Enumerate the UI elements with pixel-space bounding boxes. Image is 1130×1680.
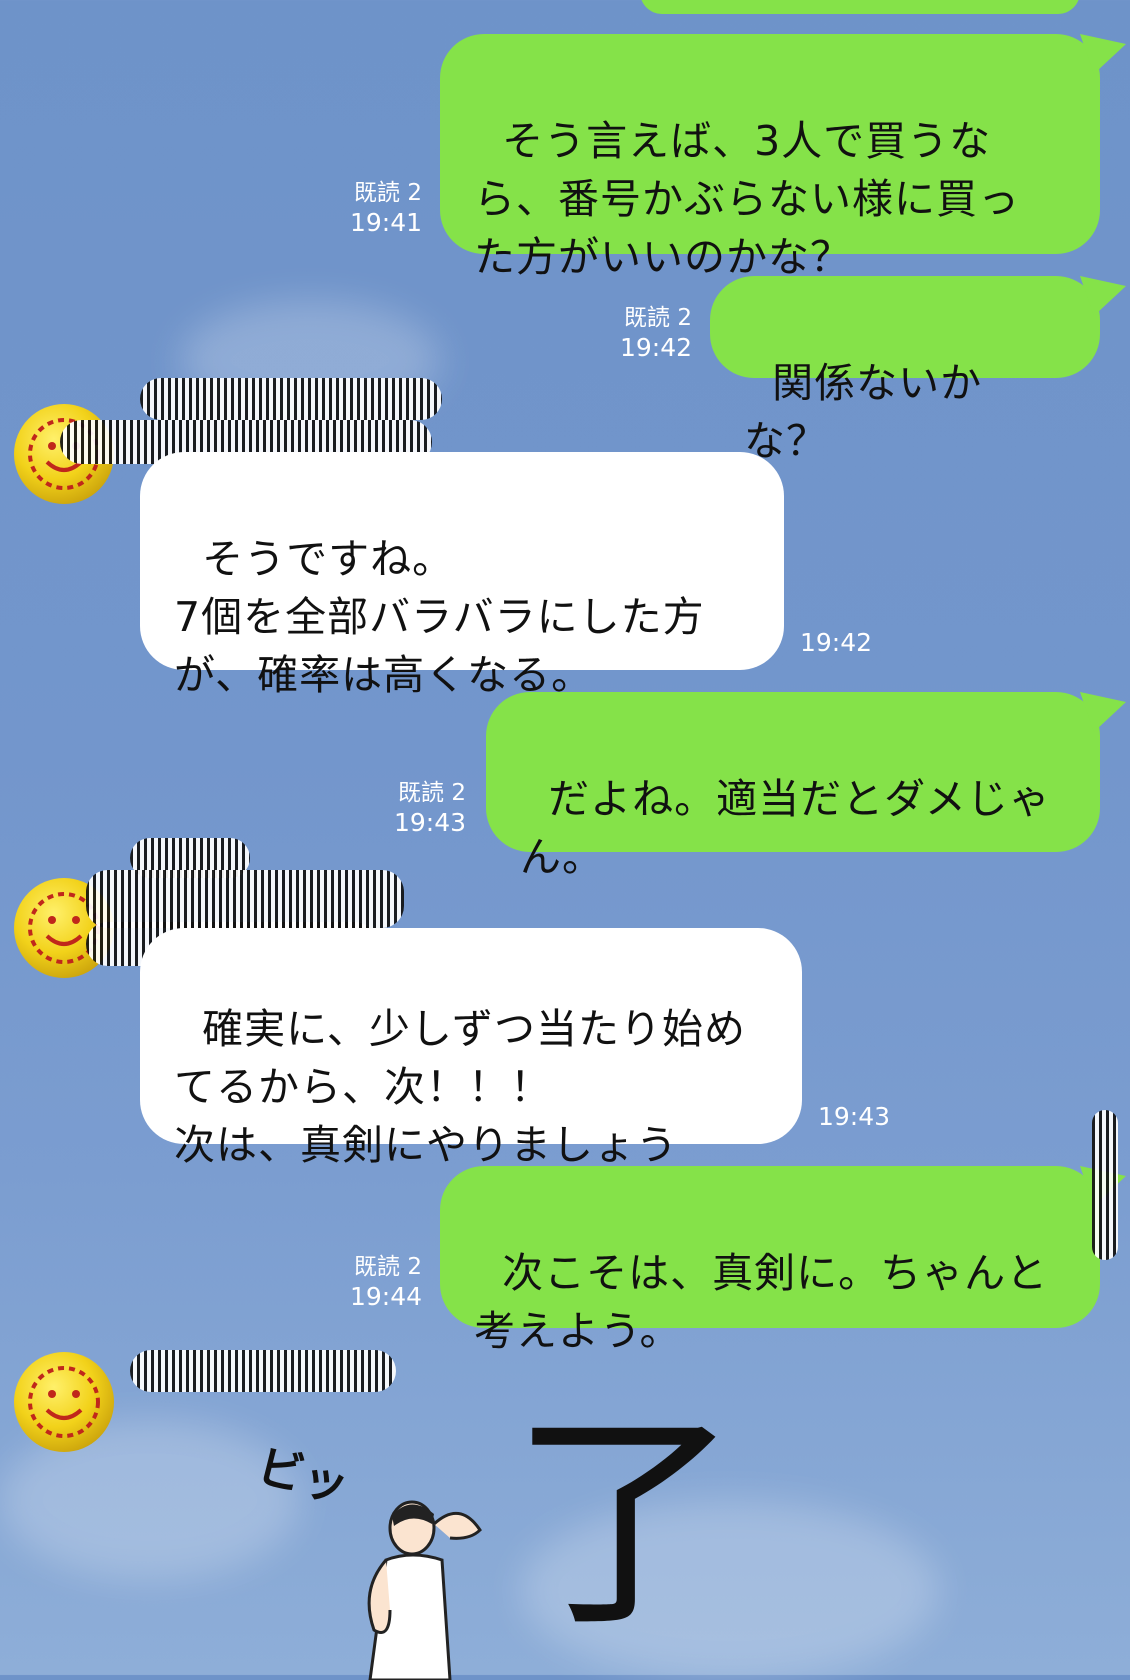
message-meta: 既読 2 19:41	[340, 178, 422, 238]
message-text: 確実に、少しずつ当たり始め てるから、次！！！ 次は、真剣にやりましょう	[174, 1005, 747, 1169]
redacted-name	[1092, 1110, 1118, 1260]
message-time: 19:41	[349, 208, 422, 237]
read-receipt: 既読 2	[624, 305, 692, 331]
message-text: そうですね。 7個を全部バラバラにした方 が、確率は高くなる。	[174, 535, 705, 699]
saluting-man-illustration	[367, 1500, 482, 1680]
message-time: 19:42	[800, 628, 873, 657]
redacted-name	[130, 1350, 396, 1392]
smiley-avatar-icon[interactable]	[14, 1352, 114, 1452]
outgoing-message-bubble[interactable]: そう言えば、3人で買うな ら、番号かぶらない様に買っ た方がいいのかな？	[440, 34, 1100, 281]
message-meta: 既読 2 19:42	[610, 303, 692, 363]
previous-message-bubble[interactable]	[640, 0, 1080, 14]
outgoing-message-bubble[interactable]: だよね。適当だとダメじゃ ん。	[486, 692, 1100, 881]
incoming-message-bubble[interactable]: そうですね。 7個を全部バラバラにした方 が、確率は高くなる。	[140, 452, 784, 699]
read-receipt: 既読 2	[354, 180, 422, 206]
message-meta: 既読 2 19:43	[384, 778, 466, 838]
outgoing-message-bubble[interactable]: 関係ないかな？	[710, 276, 1100, 465]
outgoing-message-bubble[interactable]: 次こそは、真剣に。ちゃんと 考えよう。	[440, 1166, 1100, 1355]
message-meta: 既読 2 19:44	[340, 1252, 422, 1312]
message-text: そう言えば、3人で買うな ら、番号かぶらない様に買っ た方がいいのかな？	[474, 117, 1020, 281]
sticker-sfx: ビッ	[252, 1438, 355, 1514]
message-text: だよね。適当だとダメじゃ ん。	[520, 775, 1051, 881]
redacted-name	[86, 870, 404, 928]
read-receipt: 既読 2	[354, 1254, 422, 1280]
ok-sticker[interactable]: ビッ 了	[250, 1410, 740, 1680]
message-text: 関係ないかな？	[744, 359, 983, 465]
incoming-message-bubble[interactable]: 確実に、少しずつ当たり始め てるから、次！！！ 次は、真剣にやりましょう	[140, 928, 802, 1169]
message-time: 19:44	[349, 1282, 422, 1311]
message-time: 19:42	[619, 333, 692, 362]
read-receipt: 既読 2	[398, 780, 466, 806]
sticker-kanji: 了	[510, 1391, 741, 1658]
message-time: 19:43	[818, 1102, 891, 1131]
message-time: 19:43	[393, 808, 466, 837]
message-text: 次こそは、真剣に。ちゃんと 考えよう。	[474, 1249, 1049, 1355]
redacted-name	[140, 378, 442, 420]
